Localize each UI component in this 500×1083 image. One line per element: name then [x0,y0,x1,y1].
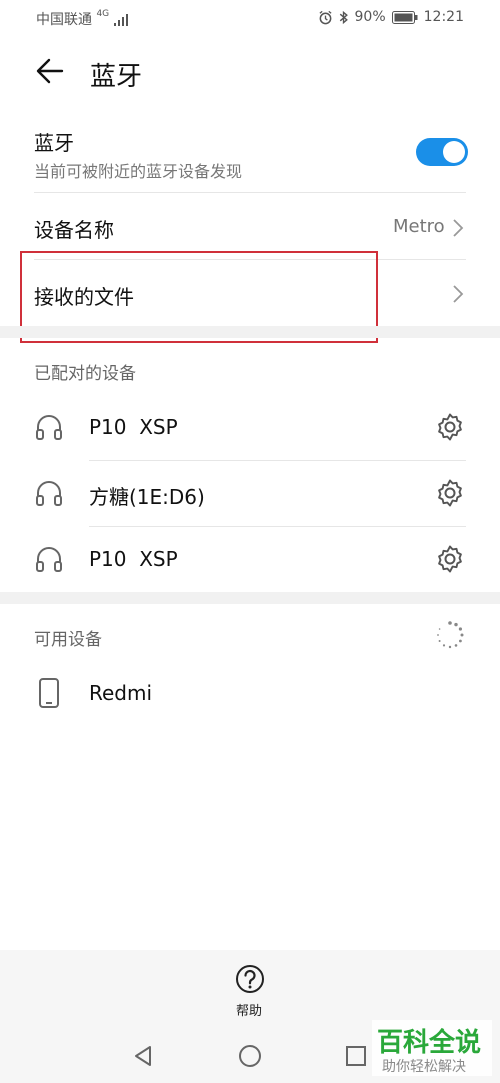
watermark-title: 百科全说 [377,1028,482,1058]
page-title: 蓝牙 [90,62,143,92]
available-device-item[interactable]: Redmi [0,660,500,726]
bluetooth-subtitle: 当前可被附近的蓝牙设备发现 [34,162,243,181]
paired-devices-heading: 已配对的设备 [34,364,136,384]
back-arrow-icon [36,58,64,84]
paired-device-name: P10 XSP [89,547,178,571]
gear-icon[interactable] [435,412,465,442]
watermark: 百科全说 助你轻松解决 [372,1020,492,1076]
switch-knob [443,141,465,163]
device-name-value: Metro [393,216,445,237]
help-question-icon [236,965,264,993]
available-devices-heading: 可用设备 [34,630,102,650]
paired-device-item[interactable]: 方糖(1E:D6) [0,461,500,526]
network-type: 4G [96,9,110,19]
paired-device-name: 方糖(1E:D6) [89,485,205,509]
nav-recents-icon[interactable] [344,1044,368,1068]
gear-icon[interactable] [435,544,465,574]
back-button[interactable] [34,55,70,91]
status-carrier: 中国联通 4G [36,9,128,29]
device-name-label: 设备名称 [34,218,114,242]
phone-icon [39,678,59,708]
nav-back-icon[interactable] [131,1044,155,1068]
paired-device-item[interactable]: P10 XSP [0,527,500,592]
clock: 12:21 [423,9,464,25]
chevron-right-icon [453,219,464,237]
help-label: 帮助 [236,1004,263,1019]
chevron-right-icon [453,285,464,303]
headphones-icon [36,415,62,440]
carrier-name: 中国联通 [36,12,92,28]
section-separator [0,326,500,338]
available-device-name: Redmi [89,681,153,705]
gear-icon[interactable] [435,478,465,508]
bluetooth-switch[interactable] [416,138,468,166]
headphones-icon [36,547,62,572]
status-right: 90% 12:21 [318,9,464,25]
nav-home-icon[interactable] [237,1043,263,1069]
section-separator [0,592,500,604]
alarm-icon [318,10,332,24]
paired-device-item[interactable]: P10 XSP [0,394,500,460]
paired-device-name: P10 XSP [89,415,178,439]
help-button[interactable]: 帮助 [220,962,280,1022]
signal-icon [113,14,128,26]
headphones-icon [36,481,62,506]
watermark-subtitle: 助你轻松解决 [382,1059,466,1075]
bluetooth-title: 蓝牙 [34,131,74,155]
battery-percent: 90% [354,9,386,25]
status-bar: 中国联通 4G 90% 12:21 [0,0,500,36]
loading-spinner-icon [437,621,464,649]
bluetooth-icon [339,10,348,24]
device-name-row[interactable]: 设备名称 Metro [0,193,500,259]
battery-icon [391,10,418,24]
